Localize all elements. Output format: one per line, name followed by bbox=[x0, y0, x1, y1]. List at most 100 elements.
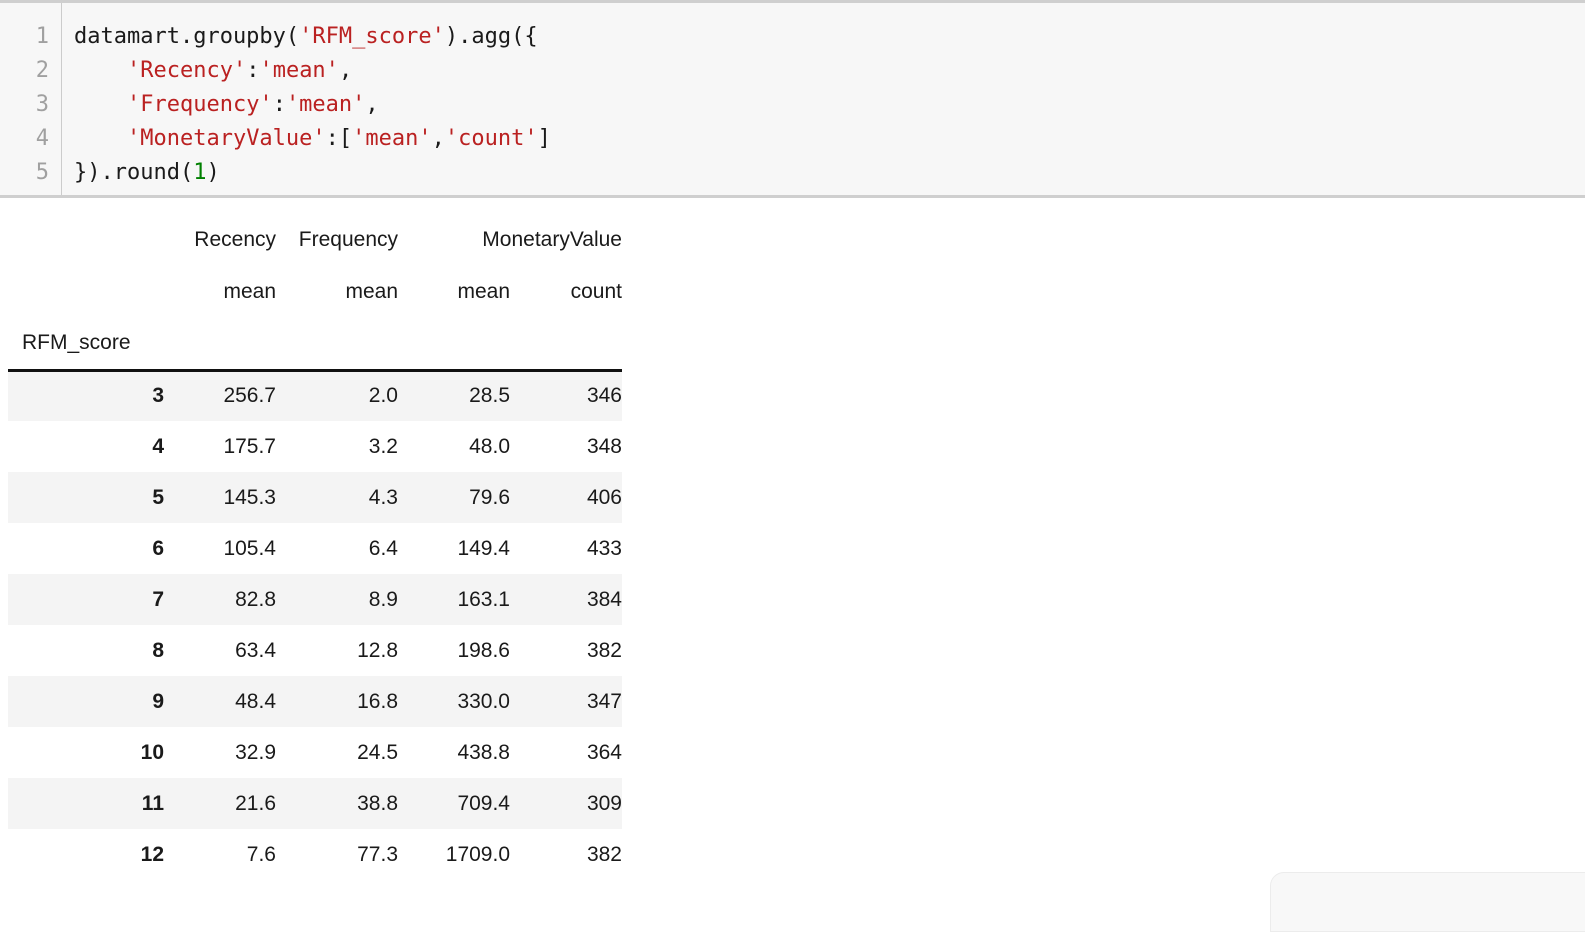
index-name-label: RFM_score bbox=[8, 318, 164, 372]
cell-recency-mean: 82.8 bbox=[164, 574, 276, 625]
cell-monetary-count: 346 bbox=[510, 370, 622, 421]
subheader-frequency-mean: mean bbox=[345, 280, 398, 303]
table-row: 3 256.7 2.0 28.5 346 bbox=[8, 370, 622, 421]
code-token-num: 1 bbox=[193, 160, 207, 185]
column-header-recency: Recency bbox=[194, 228, 276, 251]
cell-monetary-count: 347 bbox=[510, 676, 622, 727]
cell-frequency-mean: 2.0 bbox=[276, 370, 398, 421]
header-spacer bbox=[398, 318, 510, 372]
table-row: 11 21.6 38.8 709.4 309 bbox=[8, 778, 622, 829]
cell-recency-mean: 175.7 bbox=[223, 434, 276, 458]
table-row: 6 105.4 6.4 149.4 433 bbox=[8, 523, 622, 574]
cell-monetary-count: 433 bbox=[586, 536, 622, 560]
line-number: 1 bbox=[35, 24, 49, 49]
cell-monetary-count: 384 bbox=[510, 574, 622, 625]
code-editor-area[interactable]: datamart.groupby('RFM_score').agg({ 'Rec… bbox=[62, 3, 1585, 195]
row-index: 3 bbox=[8, 370, 164, 421]
header-spacer bbox=[8, 214, 164, 266]
cell-recency-mean: 105.4 bbox=[223, 536, 276, 560]
cell-frequency-mean: 38.8 bbox=[276, 778, 398, 829]
cell-frequency-mean: 24.5 bbox=[357, 740, 398, 764]
cell-monetary-mean: 1709.0 bbox=[445, 842, 510, 866]
code-gutter: 1 2 3 4 5 bbox=[0, 3, 62, 195]
cell-monetary-count: 406 bbox=[510, 472, 622, 523]
cell-frequency-mean: 77.3 bbox=[357, 842, 398, 866]
cell-monetary-mean: 163.1 bbox=[398, 574, 510, 625]
code-token-str: 'RFM_score' bbox=[299, 24, 445, 49]
row-index: 5 bbox=[8, 472, 164, 523]
row-index: 11 bbox=[8, 778, 164, 829]
cell-monetary-mean: 438.8 bbox=[457, 740, 510, 764]
row-index: 10 bbox=[140, 740, 164, 764]
code-token-str: 'count' bbox=[444, 126, 538, 151]
cell-monetary-count: 348 bbox=[586, 434, 622, 458]
cell-monetary-count: 382 bbox=[586, 638, 622, 662]
row-index: 4 bbox=[152, 434, 164, 458]
row-index: 9 bbox=[8, 676, 164, 727]
header-spacer bbox=[164, 318, 276, 372]
code-line: 'MonetaryValue':['mean','count'] bbox=[74, 122, 1585, 156]
code-token-plain: }).round( bbox=[74, 160, 194, 185]
header-spacer bbox=[276, 318, 398, 372]
cell-recency-mean: 63.4 bbox=[235, 638, 276, 662]
cell-frequency-mean: 6.4 bbox=[368, 536, 398, 560]
notebook-code-cell[interactable]: 1 2 3 4 5 datamart.groupby('RFM_score').… bbox=[0, 0, 1585, 198]
code-token-plain: : bbox=[246, 58, 260, 83]
code-token-str: 'mean' bbox=[285, 92, 366, 117]
cell-recency-mean: 21.6 bbox=[164, 778, 276, 829]
dataframe-table: Recency Frequency MonetaryValue mean mea… bbox=[8, 214, 622, 880]
row-index: 6 bbox=[152, 536, 164, 560]
line-number: 5 bbox=[35, 160, 49, 185]
code-token-str: 'mean' bbox=[259, 58, 339, 83]
code-token-plain: ] bbox=[537, 126, 551, 151]
code-token-plain: ).agg({ bbox=[444, 24, 538, 49]
code-line: 'Recency':'mean', bbox=[74, 54, 1585, 88]
dataframe-output: Recency Frequency MonetaryValue mean mea… bbox=[0, 214, 640, 880]
header-spacer bbox=[510, 318, 622, 372]
table-row: 5 145.3 4.3 79.6 406 bbox=[8, 472, 622, 523]
column-header-monetaryvalue: MonetaryValue bbox=[482, 228, 622, 251]
code-token-str: 'MonetaryValue' bbox=[126, 126, 326, 151]
table-header-row-index: RFM_score bbox=[8, 318, 622, 372]
table-row: 7 82.8 8.9 163.1 384 bbox=[8, 574, 622, 625]
cell-recency-mean: 32.9 bbox=[235, 740, 276, 764]
table-row: 4 175.7 3.2 48.0 348 bbox=[8, 421, 622, 472]
table-header-row-top: Recency Frequency MonetaryValue bbox=[8, 214, 622, 266]
cell-recency-mean: 256.7 bbox=[164, 370, 276, 421]
cell-monetary-count: 309 bbox=[510, 778, 622, 829]
row-index: 12 bbox=[140, 842, 164, 866]
code-token-plain: :[ bbox=[325, 126, 353, 151]
code-token-str: 'Recency' bbox=[126, 58, 247, 83]
cell-monetary-count: 364 bbox=[586, 740, 622, 764]
floating-panel[interactable] bbox=[1270, 872, 1585, 932]
cell-frequency-mean: 12.8 bbox=[357, 638, 398, 662]
cell-monetary-mean: 330.0 bbox=[398, 676, 510, 727]
code-line: 'Frequency':'mean', bbox=[74, 88, 1585, 122]
code-token-plain: , bbox=[365, 92, 379, 117]
table-row: 12 7.6 77.3 1709.0 382 bbox=[8, 829, 622, 880]
cell-frequency-mean: 8.9 bbox=[276, 574, 398, 625]
table-body: 3 256.7 2.0 28.5 346 4 175.7 3.2 48.0 348 5 145.3 4.… bbox=[8, 370, 622, 880]
cell-monetary-mean: 48.0 bbox=[469, 434, 510, 458]
table-header-row-sub: mean mean mean count bbox=[8, 266, 622, 318]
cell-frequency-mean: 4.3 bbox=[276, 472, 398, 523]
cell-recency-mean: 145.3 bbox=[164, 472, 276, 523]
code-line: datamart.groupby('RFM_score').agg({ bbox=[74, 20, 1585, 54]
code-token-plain: ) bbox=[206, 160, 220, 185]
cell-monetary-mean: 709.4 bbox=[398, 778, 510, 829]
subheader-monetary-mean: mean bbox=[457, 280, 510, 303]
column-header-frequency: Frequency bbox=[298, 228, 398, 251]
code-token-plain: datamart.groupby( bbox=[74, 24, 300, 49]
table-row: 9 48.4 16.8 330.0 347 bbox=[8, 676, 622, 727]
table-row: 8 63.4 12.8 198.6 382 bbox=[8, 625, 622, 676]
cell-frequency-mean: 3.2 bbox=[368, 434, 398, 458]
cell-monetary-count: 382 bbox=[586, 842, 622, 866]
line-number: 2 bbox=[35, 58, 49, 83]
subheader-monetary-count: count bbox=[570, 280, 622, 303]
row-index: 7 bbox=[8, 574, 164, 625]
line-number: 4 bbox=[35, 126, 49, 151]
code-token-plain: , bbox=[431, 126, 445, 151]
